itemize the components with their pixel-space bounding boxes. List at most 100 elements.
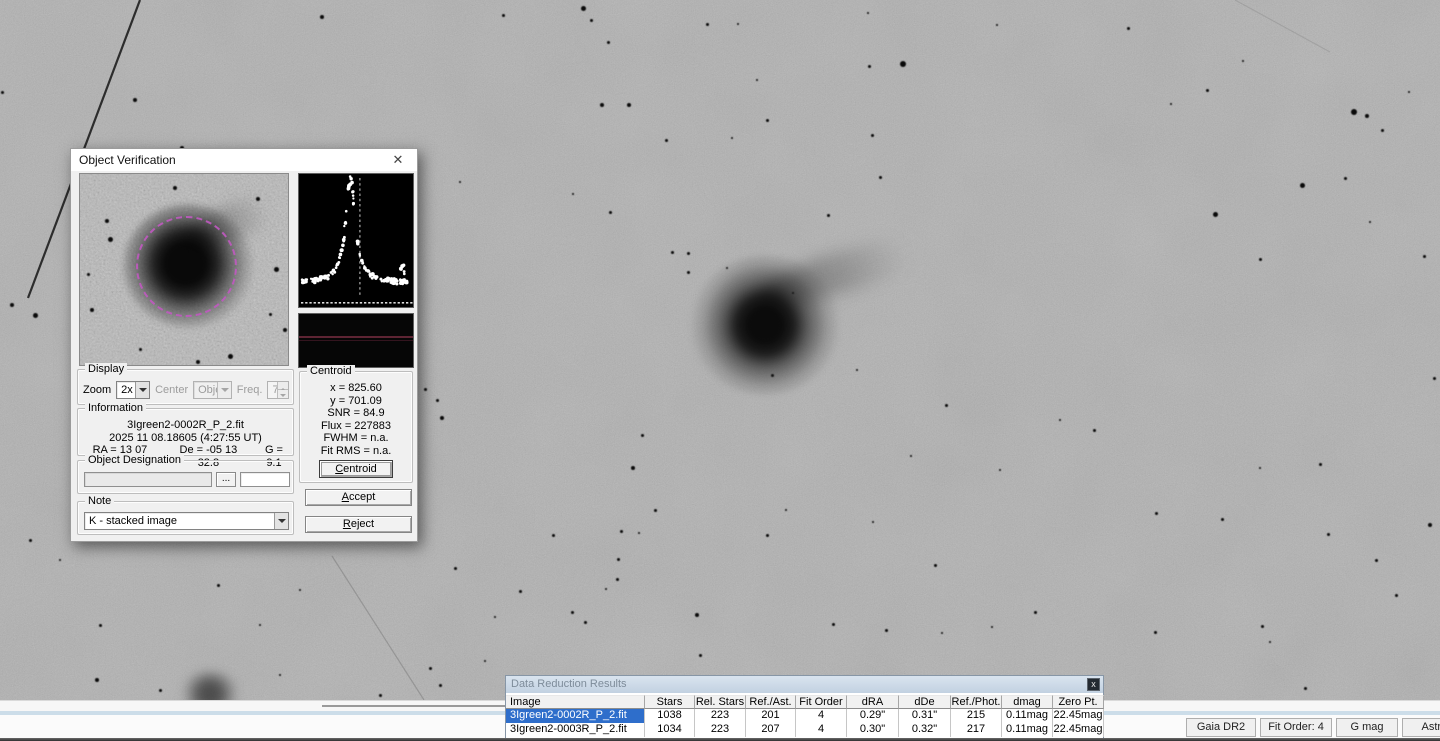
thumbnail-star bbox=[283, 328, 287, 332]
star bbox=[871, 134, 874, 137]
table-cell: 217 bbox=[951, 723, 1002, 737]
data-reduction-results-window[interactable]: Data Reduction Results x ImageStarsRel. … bbox=[505, 675, 1104, 741]
centroid-button-label: Centroid bbox=[320, 462, 392, 477]
star bbox=[687, 252, 690, 255]
star bbox=[1127, 27, 1130, 30]
centroid-button[interactable]: Centroid bbox=[319, 460, 393, 478]
zoom-dropdown-arrow-icon[interactable] bbox=[135, 382, 149, 398]
table-cell: 0.11mag bbox=[1002, 709, 1053, 723]
star bbox=[571, 611, 574, 614]
star bbox=[1261, 625, 1264, 628]
star bbox=[1327, 533, 1330, 536]
star bbox=[502, 14, 505, 17]
spin-up-icon bbox=[278, 382, 288, 390]
reject-button[interactable]: Reject bbox=[305, 516, 412, 533]
dialog-title-bar[interactable]: Object Verification ✕ bbox=[71, 149, 417, 171]
star bbox=[29, 539, 32, 542]
note-select[interactable]: K - stacked image bbox=[84, 512, 289, 530]
spin-down-icon bbox=[278, 390, 288, 398]
star bbox=[868, 65, 871, 68]
star bbox=[756, 79, 758, 81]
table-cell: 0.32" bbox=[899, 723, 951, 737]
star bbox=[1206, 89, 1209, 92]
object-designation-group: Object Designation ... bbox=[77, 460, 294, 494]
column-header[interactable]: Image bbox=[506, 695, 645, 709]
centroid-group: Centroid x = 825.60 y = 701.09 SNR = 84.… bbox=[299, 371, 413, 483]
column-header[interactable]: dDe bbox=[899, 695, 951, 709]
reject-button-label: Reject bbox=[306, 517, 411, 532]
residual-line-faint bbox=[299, 340, 413, 341]
star bbox=[584, 621, 587, 624]
object-thumbnail-image[interactable] bbox=[79, 173, 289, 366]
star bbox=[695, 613, 699, 617]
table-cell: 0.30" bbox=[847, 723, 899, 737]
star bbox=[439, 684, 442, 687]
table-cell: 4 bbox=[796, 723, 847, 737]
centroid-y: y = 701.09 bbox=[300, 395, 412, 408]
star bbox=[699, 654, 702, 657]
star bbox=[1304, 687, 1307, 690]
column-header[interactable]: Ref./Ast. bbox=[746, 695, 796, 709]
column-header[interactable]: Rel. Stars bbox=[695, 695, 746, 709]
column-header[interactable]: dmag bbox=[1002, 695, 1053, 709]
star bbox=[1300, 183, 1305, 188]
info-filename: 3Igreen2-0002R_P_2.fit bbox=[80, 419, 291, 432]
star bbox=[1395, 594, 1398, 597]
star bbox=[581, 6, 586, 11]
zoom-select[interactable]: 2x bbox=[116, 381, 150, 399]
column-header[interactable]: Zero Pt. bbox=[1053, 695, 1104, 709]
column-header[interactable]: dRA bbox=[847, 695, 899, 709]
star bbox=[617, 558, 620, 561]
zoom-value: 2x bbox=[121, 384, 133, 396]
designation-browse-button[interactable]: ... bbox=[216, 472, 236, 487]
freq-spinner-disabled: 7 bbox=[267, 381, 289, 399]
centroid-group-label: Centroid bbox=[307, 365, 355, 377]
star bbox=[1059, 419, 1061, 421]
star bbox=[1034, 611, 1037, 614]
note-dropdown-arrow-icon[interactable] bbox=[274, 513, 288, 529]
table-header-row: ImageStarsRel. StarsRef./Ast.Fit OrderdR… bbox=[506, 695, 1103, 709]
star bbox=[934, 564, 937, 567]
star bbox=[731, 137, 733, 139]
star bbox=[607, 41, 610, 44]
star bbox=[1213, 212, 1218, 217]
star bbox=[320, 15, 324, 19]
star bbox=[638, 532, 640, 534]
star bbox=[867, 12, 869, 14]
dialog-close-icon[interactable]: ✕ bbox=[388, 149, 408, 171]
star bbox=[910, 455, 912, 457]
comet-object[interactable] bbox=[690, 255, 840, 395]
astrometrica-screen: Gaia DR2Fit Order: 4G magAstrome Data Re… bbox=[0, 0, 1440, 741]
accept-button[interactable]: Accept bbox=[305, 489, 412, 506]
table-row[interactable]: 3Igreen2-0003R_P_2.fit103422320740.30"0.… bbox=[506, 723, 1103, 737]
star bbox=[424, 388, 427, 391]
star bbox=[1, 91, 4, 94]
star bbox=[436, 399, 439, 402]
column-header[interactable]: Ref./Phot. bbox=[951, 695, 1002, 709]
results-table[interactable]: ImageStarsRel. StarsRef./Ast.Fit OrderdR… bbox=[506, 695, 1103, 737]
designation-field-editable[interactable] bbox=[240, 472, 290, 487]
star bbox=[133, 98, 137, 102]
star bbox=[1154, 631, 1157, 634]
column-header[interactable]: Stars bbox=[645, 695, 695, 709]
table-cell: 3Igreen2-0003R_P_2.fit bbox=[506, 723, 645, 737]
table-row[interactable]: 3Igreen2-0002R_P_2.fit103822320140.29"0.… bbox=[506, 709, 1103, 723]
star bbox=[600, 103, 604, 107]
aperture-circle-marker bbox=[136, 216, 237, 317]
thumbnail-star bbox=[228, 354, 233, 359]
table-cell: 201 bbox=[746, 709, 796, 723]
results-title-bar[interactable]: Data Reduction Results x bbox=[506, 676, 1103, 693]
centroid-flux: Flux = 227883 bbox=[300, 420, 412, 433]
results-close-button[interactable]: x bbox=[1087, 678, 1100, 691]
star bbox=[279, 674, 281, 676]
object-designation-label: Object Designation bbox=[85, 454, 184, 466]
column-header[interactable]: Fit Order bbox=[796, 695, 847, 709]
table-cell: 22.45mag bbox=[1053, 709, 1104, 723]
table-cell: 0.11mag bbox=[1002, 723, 1053, 737]
star bbox=[1433, 377, 1436, 380]
thumbnail-star bbox=[269, 313, 272, 316]
object-verification-dialog[interactable]: Object Verification ✕ Display bbox=[70, 148, 418, 542]
star bbox=[654, 509, 657, 512]
residual-line bbox=[299, 336, 413, 338]
center-dropdown-arrow-icon bbox=[217, 382, 231, 398]
